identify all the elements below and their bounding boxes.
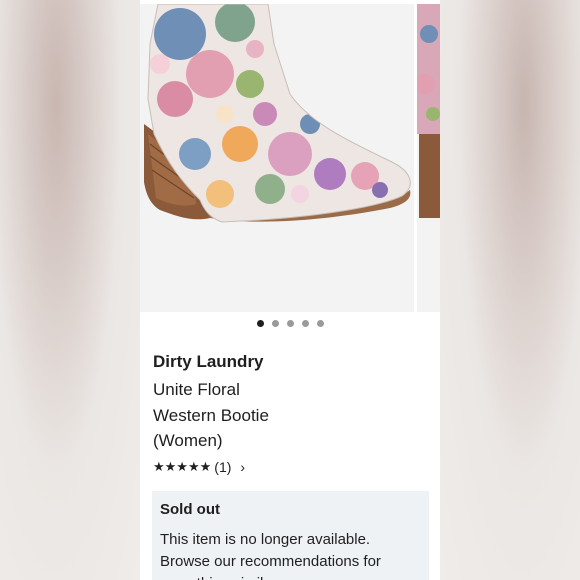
product-name-line: Western Bootie bbox=[153, 405, 269, 425]
product-page: Dirty Laundry Unite Floral Western Booti… bbox=[140, 0, 440, 580]
product-image[interactable] bbox=[140, 4, 414, 312]
chevron-right-icon: › bbox=[240, 459, 246, 475]
product-name-line: Unite Floral bbox=[153, 380, 240, 399]
background-blur-right bbox=[440, 0, 580, 580]
sold-out-message: This item is no longer available. Browse… bbox=[160, 531, 381, 580]
carousel-dots bbox=[140, 316, 440, 330]
sold-out-notice: Sold out This item is no longer availabl… bbox=[152, 491, 429, 580]
carousel-dot[interactable] bbox=[316, 319, 324, 327]
next-product-image[interactable] bbox=[417, 4, 440, 312]
carousel-dot[interactable] bbox=[271, 319, 279, 327]
product-name: Unite Floral Western Bootie (Women) bbox=[153, 377, 423, 454]
image-carousel[interactable] bbox=[140, 4, 440, 312]
product-brand: Dirty Laundry bbox=[153, 352, 264, 371]
product-name-line: (Women) bbox=[153, 431, 223, 450]
floral-boot-image-peek bbox=[417, 4, 440, 218]
review-count: (1) bbox=[214, 459, 232, 475]
background-blur-left bbox=[0, 0, 140, 580]
carousel-dot[interactable] bbox=[301, 319, 309, 327]
carousel-dot[interactable] bbox=[256, 319, 264, 327]
star-rating-icon: ★★★★★ bbox=[153, 459, 212, 474]
carousel-dot[interactable] bbox=[286, 319, 294, 327]
rating-link[interactable]: ★★★★★ (1) › bbox=[153, 458, 245, 476]
floral-boot-image bbox=[144, 4, 411, 223]
sold-out-title: Sold out bbox=[160, 501, 220, 518]
